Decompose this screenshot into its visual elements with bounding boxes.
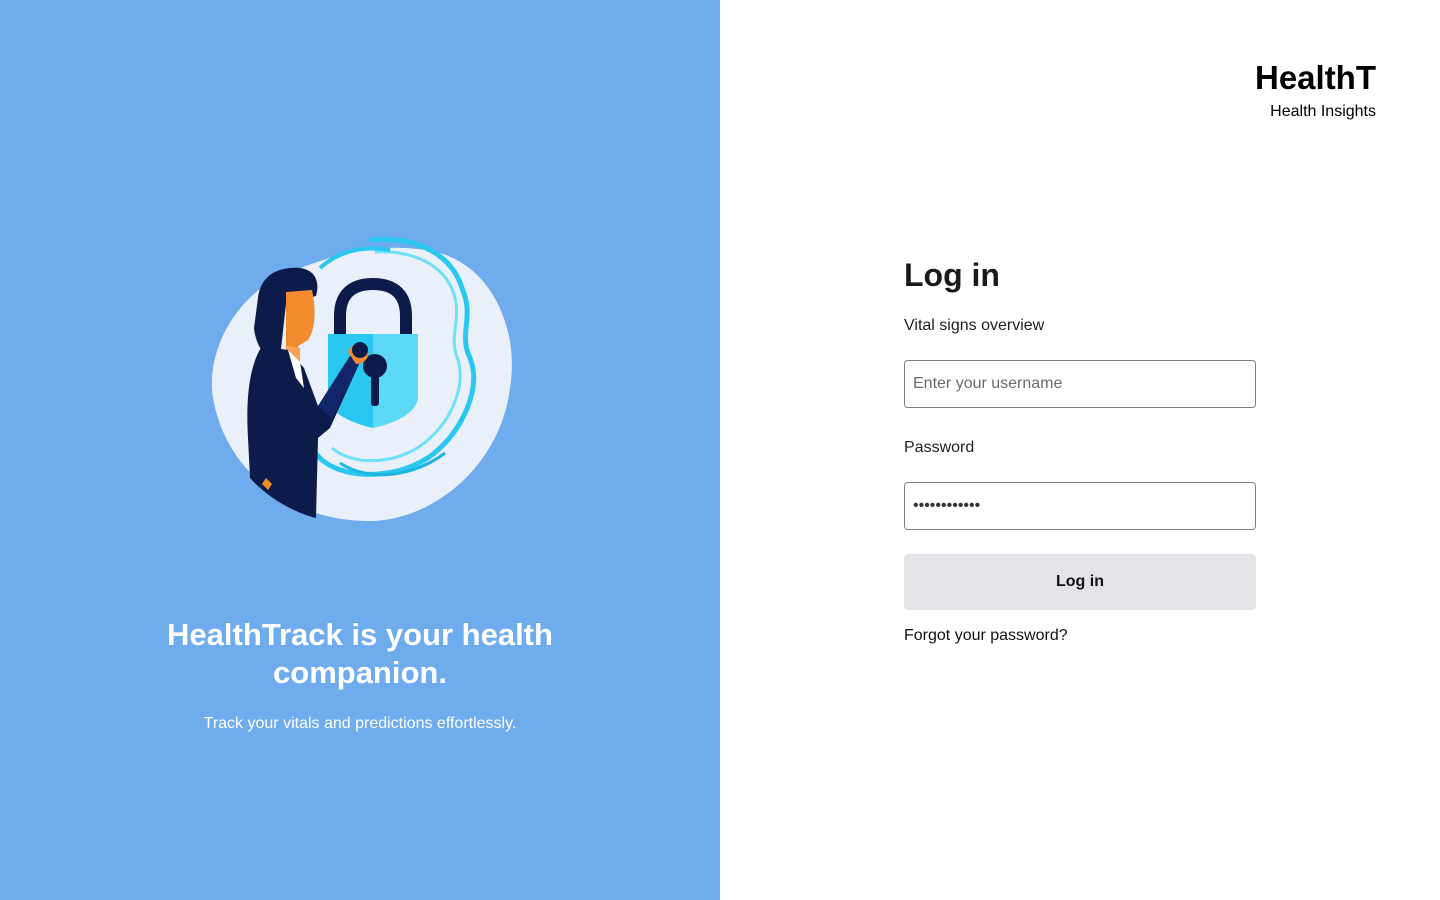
person-unlocking-padlock-illustration	[211, 236, 512, 522]
password-input[interactable]	[904, 482, 1256, 530]
login-form: Log in Vital signs overview Password Log…	[904, 254, 1256, 646]
forgot-password-link[interactable]: Forgot your password?	[904, 626, 1256, 646]
brand-header: HealthT Health Insights	[1255, 58, 1376, 122]
username-input[interactable]	[904, 360, 1256, 408]
hero-headline: HealthTrack is your health companion.	[167, 617, 553, 690]
login-button[interactable]: Log in	[904, 554, 1256, 610]
login-title: Log in	[904, 257, 1000, 293]
brand-subtitle: Health Insights	[1270, 103, 1376, 120]
hero-subtext: Track your vitals and predictions effort…	[203, 715, 517, 732]
hero-panel: HealthTrack is your health companion. Tr…	[0, 0, 720, 900]
password-label: Password	[904, 439, 975, 456]
brand-name: HealthT	[1254, 59, 1376, 96]
login-panel: HealthT Health Insights Log in Vital sig…	[720, 0, 1440, 900]
username-label: Vital signs overview	[904, 317, 1045, 334]
